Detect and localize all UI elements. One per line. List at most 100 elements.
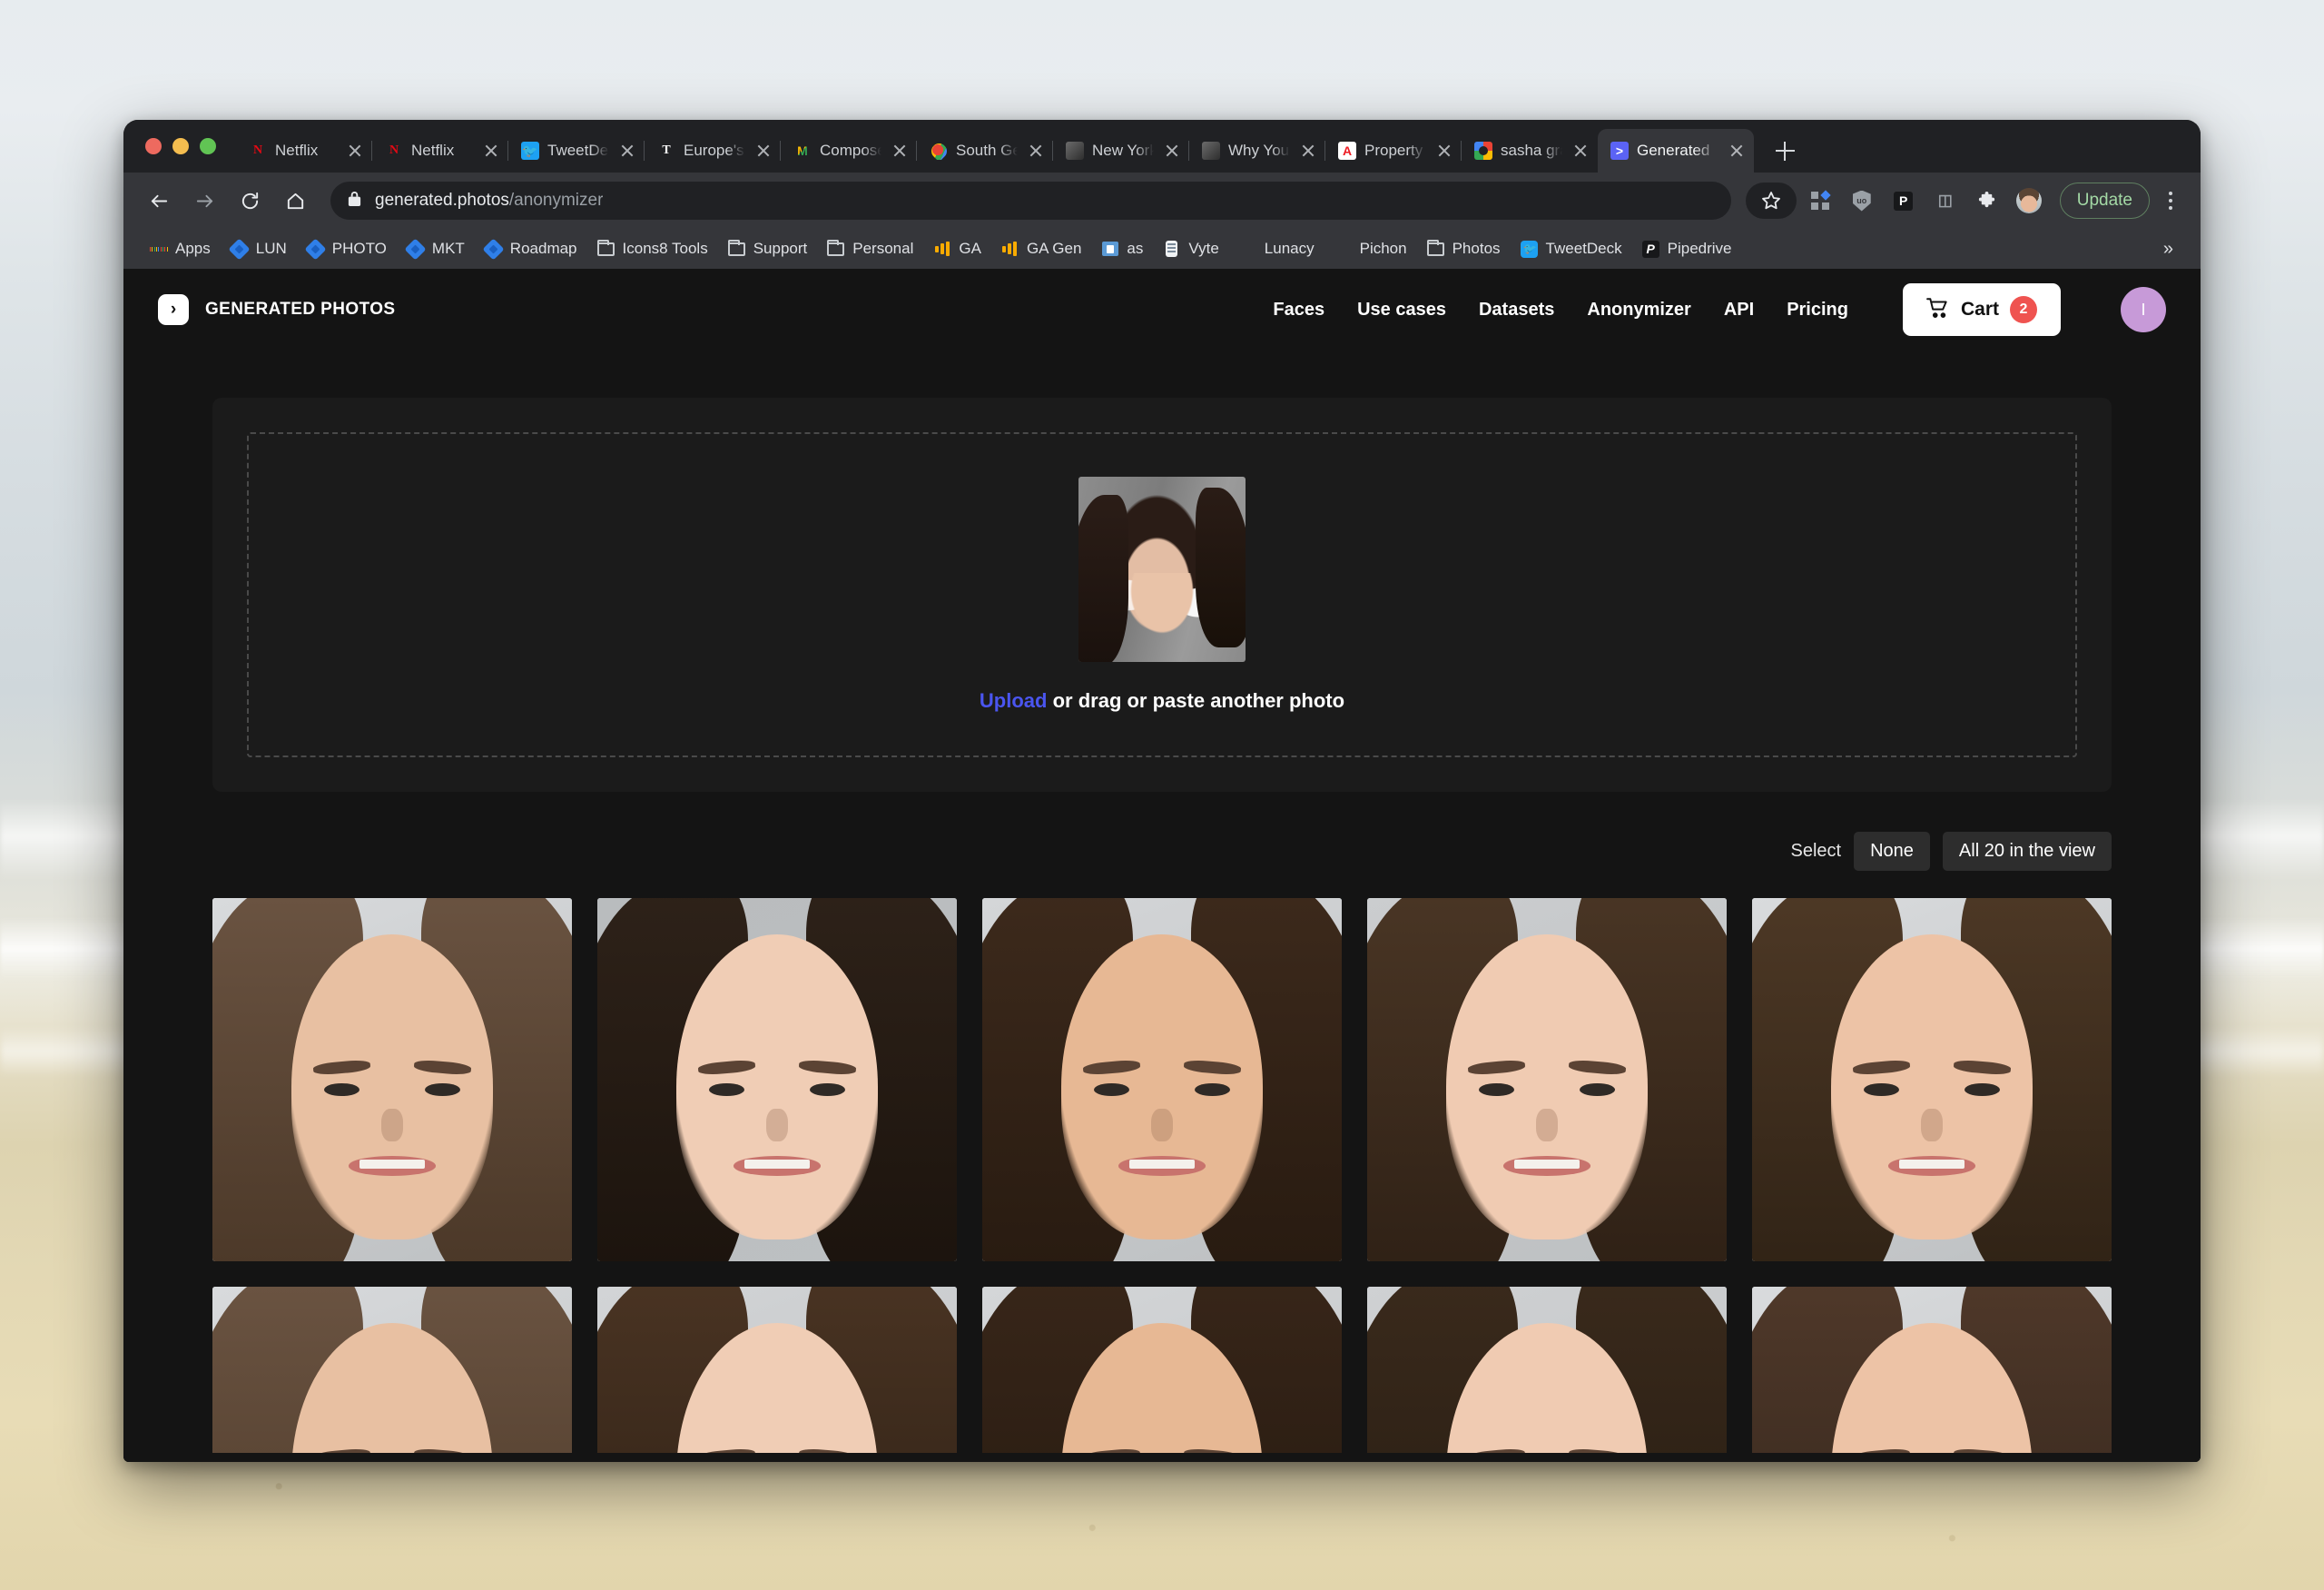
bookmark-support[interactable]: Support xyxy=(718,234,818,263)
a-gray-icon[interactable]: ◫ xyxy=(1927,183,1964,219)
nav-item-api[interactable]: API xyxy=(1724,300,1754,321)
bookmark-label: Icons8 Tools xyxy=(622,240,708,257)
generated-face-cell[interactable] xyxy=(982,1286,1342,1462)
user-avatar[interactable]: I xyxy=(2121,287,2166,332)
bookmark-star-icon[interactable] xyxy=(1745,183,1797,219)
bookmark-label: TweetDeck xyxy=(1545,240,1622,257)
teeth xyxy=(1513,1159,1581,1170)
folder-icon xyxy=(596,239,615,258)
forward-button[interactable] xyxy=(183,180,225,222)
url-domain: generated.photos xyxy=(375,191,509,210)
browser-tab[interactable]: T Europe's e xyxy=(644,129,781,173)
uploaded-photo-thumbnail[interactable] xyxy=(1078,477,1246,662)
vyte-icon xyxy=(1163,241,1180,258)
bookmark-photos[interactable]: Photos xyxy=(1417,234,1511,263)
new-tab-button[interactable] xyxy=(1763,129,1807,173)
bookmark-mkt[interactable]: MKT xyxy=(397,234,475,263)
cart-button[interactable]: Cart 2 xyxy=(1902,283,2061,336)
bookmarks-bar: Apps LUN PHOTO MKT Roadmap Icons8 Tools xyxy=(123,229,2201,269)
nav-item-pricing[interactable]: Pricing xyxy=(1787,300,1848,321)
bookmark-apps[interactable]: Apps xyxy=(140,234,221,263)
browser-tab[interactable]: N Netflix xyxy=(236,129,372,173)
ublock-shield-icon[interactable]: uo xyxy=(1844,183,1880,219)
apps-grid-icon[interactable] xyxy=(1802,183,1838,219)
close-tab-icon[interactable] xyxy=(1727,141,1747,161)
tab-title: Netflix xyxy=(411,142,455,159)
bookmark-label: as xyxy=(1127,240,1144,257)
generated-face-cell[interactable] xyxy=(1367,898,1727,1261)
select-all-in-view-button[interactable]: All 20 in the view xyxy=(1942,832,2112,871)
reload-button[interactable] xyxy=(229,180,271,222)
browser-tab-active[interactable]: > Generated xyxy=(1598,129,1754,173)
close-tab-icon[interactable] xyxy=(753,141,773,161)
close-tab-icon[interactable] xyxy=(1162,141,1182,161)
select-none-button[interactable]: None xyxy=(1854,832,1930,871)
generated-face-cell[interactable] xyxy=(1752,1286,2112,1462)
back-button[interactable] xyxy=(138,180,180,222)
nav-item-datasets[interactable]: Datasets xyxy=(1479,300,1554,321)
close-tab-icon[interactable] xyxy=(1298,141,1318,161)
browser-tab[interactable]: N Netflix xyxy=(371,129,508,173)
nav-item-anonymizer[interactable]: Anonymizer xyxy=(1587,300,1690,321)
update-button[interactable]: Update xyxy=(2059,183,2150,219)
upload-dropzone[interactable]: Upload or drag or paste another photo xyxy=(247,432,2077,757)
bookmark-ga[interactable]: GA xyxy=(923,234,991,263)
browser-tab[interactable]: Why You N xyxy=(1188,129,1325,173)
home-button[interactable] xyxy=(274,180,316,222)
bookmark-personal[interactable]: Personal xyxy=(817,234,923,263)
close-window-button[interactable] xyxy=(145,138,162,154)
browser-tab[interactable]: South Geo xyxy=(916,129,1053,173)
bookmark-pipedrive[interactable]: P Pipedrive xyxy=(1632,234,1742,263)
maximize-window-button[interactable] xyxy=(200,138,216,154)
generated-face-cell[interactable] xyxy=(982,898,1342,1261)
close-tab-icon[interactable] xyxy=(1026,141,1046,161)
close-tab-icon[interactable] xyxy=(890,141,910,161)
bookmark-icons8-tools[interactable]: Icons8 Tools xyxy=(587,234,718,263)
address-bar[interactable]: generated.photos/anonymizer xyxy=(330,182,1731,220)
browser-tab[interactable]: M Compose xyxy=(780,129,917,173)
bookmark-label: Pichon xyxy=(1359,240,1407,257)
cart-label: Cart xyxy=(1960,299,1999,320)
generated-face-cell[interactable] xyxy=(597,1286,957,1462)
generated-face-cell[interactable] xyxy=(212,1286,572,1462)
generated-face-cell[interactable] xyxy=(212,898,572,1261)
bookmark-vyte[interactable]: Vyte xyxy=(1153,234,1228,263)
tab-title: TweetDeck xyxy=(547,142,609,159)
bookmark-ga-gen[interactable]: GA Gen xyxy=(991,234,1091,263)
close-tab-icon[interactable] xyxy=(345,141,365,161)
bookmark-roadmap[interactable]: Roadmap xyxy=(475,234,587,263)
bookmark-lun[interactable]: LUN xyxy=(221,234,297,263)
close-tab-icon[interactable] xyxy=(617,141,637,161)
browser-tab[interactable]: A Property r xyxy=(1324,129,1462,173)
generated-face-cell[interactable] xyxy=(597,898,957,1261)
upload-link[interactable]: Upload xyxy=(980,689,1048,712)
close-tab-icon[interactable] xyxy=(1434,141,1454,161)
close-tab-icon[interactable] xyxy=(481,141,501,161)
bookmarks-overflow-button[interactable]: » xyxy=(2152,239,2184,260)
bookmark-lunacy[interactable]: Lunacy xyxy=(1229,234,1324,263)
pocket-p-icon[interactable]: P xyxy=(1886,183,1922,219)
bookmark-tweetdeck[interactable]: 🐦 TweetDeck xyxy=(1511,234,1632,263)
profile-avatar[interactable] xyxy=(2011,183,2047,219)
nav-item-use-cases[interactable]: Use cases xyxy=(1357,300,1446,321)
browser-menu-button[interactable] xyxy=(2155,183,2186,219)
folder-icon xyxy=(1426,239,1444,258)
bookmark-as[interactable]: as xyxy=(1091,234,1153,263)
nav-item-faces[interactable]: Faces xyxy=(1273,300,1324,321)
face-oval xyxy=(676,933,878,1239)
minimize-window-button[interactable] xyxy=(172,138,189,154)
browser-tab[interactable]: sasha gray xyxy=(1461,129,1598,173)
teeth xyxy=(1128,1159,1196,1170)
puzzle-extensions-icon[interactable] xyxy=(1969,183,2005,219)
bookmark-photo[interactable]: PHOTO xyxy=(297,234,397,263)
browser-tab[interactable]: New York xyxy=(1052,129,1189,173)
brand-logo[interactable]: › GENERATED PHOTOS xyxy=(158,294,395,325)
close-tab-icon[interactable] xyxy=(1571,141,1590,161)
twitter-icon: 🐦 xyxy=(1520,240,1538,258)
brand-name: GENERATED PHOTOS xyxy=(205,300,396,319)
generated-face-cell[interactable] xyxy=(1367,1286,1727,1462)
generated-face-cell[interactable] xyxy=(1752,898,2112,1261)
teeth xyxy=(1898,1159,1965,1170)
bookmark-pichon[interactable]: Pichon xyxy=(1324,234,1417,263)
browser-tab[interactable]: 🐦 TweetDeck xyxy=(507,129,645,173)
